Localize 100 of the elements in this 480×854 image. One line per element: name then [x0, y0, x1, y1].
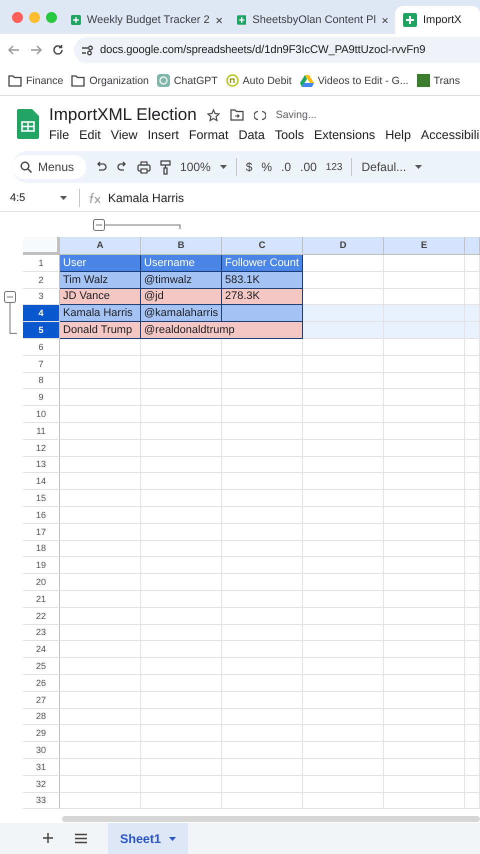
row-header[interactable]: 6 — [23, 338, 60, 356]
row-header[interactable]: 11 — [23, 422, 60, 440]
table-cell — [465, 356, 480, 373]
menu-item[interactable]: File — [49, 128, 70, 142]
row-header[interactable]: 4 — [23, 305, 60, 322]
column-header[interactable]: C — [222, 237, 303, 255]
row-header[interactable]: 19 — [23, 557, 60, 574]
caret-icon[interactable] — [60, 196, 67, 200]
row-header[interactable]: 31 — [23, 758, 60, 776]
bookmark[interactable]: Auto Debit — [226, 74, 292, 87]
menu-item[interactable]: Extensions — [314, 128, 376, 142]
address-bar[interactable]: docs.google.com/spreadsheets/d/1dn9F3IcCW_PA9ttUzocl-rvvFn9 — [74, 37, 480, 63]
column-header[interactable]: B — [141, 237, 222, 255]
undo-icon[interactable] — [95, 161, 108, 173]
paint-format-icon[interactable] — [160, 160, 172, 174]
row-header[interactable]: 12 — [23, 440, 60, 457]
row-header[interactable]: 10 — [23, 406, 60, 423]
menu-item[interactable]: Help — [385, 128, 411, 142]
row-header[interactable]: 7 — [23, 356, 60, 373]
row-header[interactable]: 22 — [23, 608, 60, 625]
row-header[interactable]: 16 — [23, 506, 60, 524]
document-title[interactable]: ImportXML Election — [49, 105, 197, 125]
star-icon[interactable] — [206, 108, 220, 122]
row-header[interactable]: 17 — [23, 524, 60, 541]
close-icon[interactable] — [216, 16, 222, 24]
row-header[interactable]: 30 — [23, 742, 60, 759]
formula-field[interactable]: Kamala Harris — [108, 191, 184, 205]
row-header[interactable]: 18 — [23, 540, 60, 558]
bookmark[interactable]: Videos to Edit - G... — [300, 74, 409, 86]
print-icon[interactable] — [137, 160, 152, 174]
caret-icon[interactable] — [169, 836, 176, 840]
menu-item[interactable]: Edit — [79, 128, 101, 142]
bookmark[interactable]: ChatGPT — [156, 74, 218, 87]
table-cell: @kamalaharris — [141, 305, 222, 322]
collapse-column-group-icon[interactable] — [93, 218, 181, 230]
search-icon — [20, 161, 32, 173]
site-settings-icon[interactable] — [81, 44, 94, 56]
menu-item[interactable]: Tools — [274, 128, 304, 142]
menu-item[interactable]: Format — [188, 128, 228, 142]
forward-icon[interactable] — [30, 44, 42, 56]
bookmark[interactable]: Trans — [416, 74, 460, 87]
row-header[interactable]: 21 — [23, 590, 60, 608]
caret-icon[interactable] — [220, 165, 227, 169]
menu-item[interactable]: Insert — [148, 128, 179, 142]
decrease-decimal-button[interactable]: .0 — [281, 160, 292, 174]
back-icon[interactable] — [8, 44, 20, 56]
menu-item[interactable]: Data — [238, 128, 265, 142]
row-header[interactable]: 29 — [23, 725, 60, 742]
row-header[interactable]: 1 — [23, 255, 60, 272]
row-header[interactable]: 27 — [23, 692, 60, 709]
column-header[interactable]: A — [60, 237, 141, 255]
row-header[interactable]: 20 — [23, 574, 60, 591]
row-header[interactable]: 23 — [23, 624, 60, 642]
table-cell: Username — [141, 255, 222, 272]
table-cell — [465, 641, 480, 658]
column-header[interactable]: E — [384, 237, 465, 255]
percent-format-button[interactable]: % — [261, 160, 272, 174]
name-box[interactable]: 4:5 — [0, 192, 60, 204]
redo-icon[interactable] — [116, 161, 128, 173]
row-header[interactable]: 25 — [23, 658, 60, 675]
increase-decimal-button[interactable]: .00 — [300, 160, 317, 174]
sheet-tab[interactable]: Sheet1 — [108, 823, 188, 854]
row-header[interactable]: 3 — [23, 288, 60, 306]
row-header[interactable]: 28 — [23, 708, 60, 726]
browser-tab[interactable]: Weekly Budget Tracker 2 — [63, 6, 229, 34]
sheets-logo-icon[interactable] — [17, 108, 39, 138]
sync-icon — [254, 110, 266, 120]
font-dropdown[interactable]: Defaul... — [361, 160, 406, 174]
circle-n-icon — [226, 74, 239, 87]
browser-tab[interactable]: ImportX — [395, 6, 480, 34]
move-folder-icon[interactable] — [230, 109, 244, 121]
row-header[interactable]: 33 — [23, 792, 60, 810]
row-header[interactable]: 24 — [23, 641, 60, 658]
bookmark[interactable]: Organization — [71, 74, 149, 86]
browser-tab[interactable]: SheetsbyOlan Content Pl — [229, 6, 395, 34]
menu-item[interactable]: View — [110, 128, 138, 142]
table-cell — [465, 422, 480, 440]
close-icon[interactable] — [382, 16, 388, 24]
row-header[interactable]: 2 — [23, 272, 60, 289]
row-header[interactable]: 14 — [23, 473, 60, 490]
menu-search-field[interactable]: Menus — [12, 155, 86, 179]
row-header[interactable]: 13 — [23, 456, 60, 474]
menu-item[interactable]: Accessibili — [420, 128, 480, 142]
table-cell — [465, 758, 480, 776]
caret-icon[interactable] — [415, 165, 422, 169]
number-format-button[interactable]: 123 — [326, 162, 342, 172]
table-cell: Kamala Harris — [60, 305, 141, 322]
row-header[interactable]: 26 — [23, 674, 60, 692]
currency-format-button[interactable]: $ — [246, 160, 252, 174]
row-header[interactable]: 8 — [23, 372, 60, 390]
row-header[interactable]: 5 — [23, 322, 60, 339]
table-cell — [465, 725, 480, 742]
bookmark[interactable]: Finance — [8, 74, 64, 86]
table-cell — [465, 305, 480, 322]
zoom-dropdown[interactable]: 100% — [180, 160, 211, 174]
row-header[interactable]: 9 — [23, 389, 60, 406]
row-header[interactable]: 32 — [23, 776, 60, 792]
reload-icon[interactable] — [52, 44, 64, 56]
column-header[interactable]: D — [303, 237, 384, 255]
row-header[interactable]: 15 — [23, 490, 60, 507]
